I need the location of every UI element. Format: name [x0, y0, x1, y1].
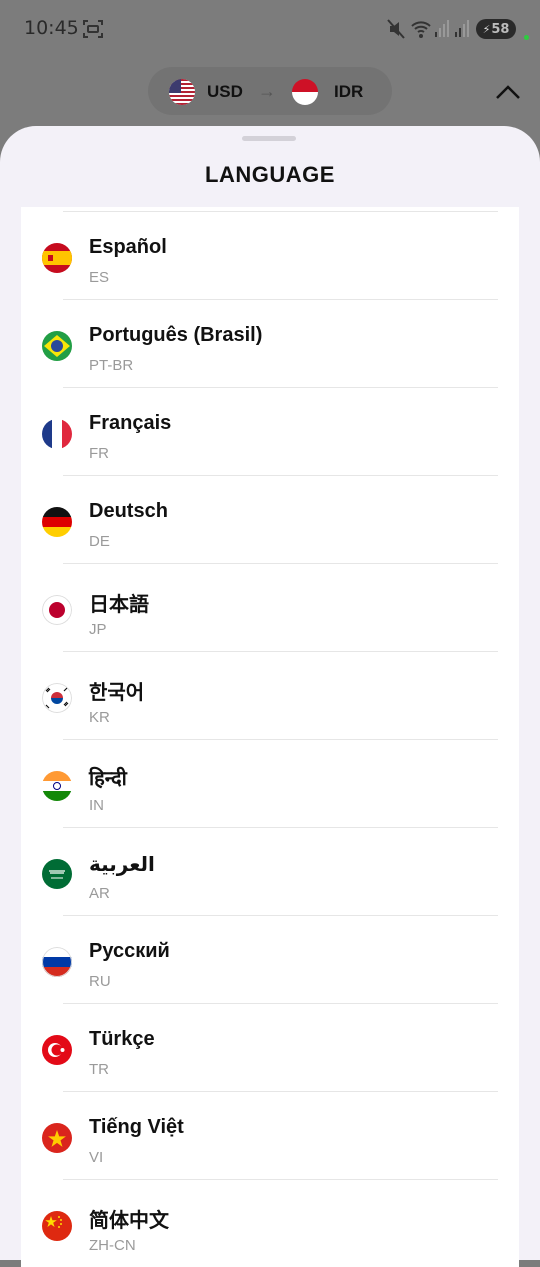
language-item-pt-br[interactable]: Português (Brasil) PT-BR — [21, 300, 519, 388]
turkey-flag-icon — [42, 1035, 72, 1065]
arrow-right-icon: → — [258, 81, 276, 101]
language-name: العربية — [89, 854, 155, 876]
vietnam-flag-icon — [42, 1123, 72, 1153]
japan-flag-icon — [42, 595, 72, 625]
language-item-fr[interactable]: Français FR — [21, 388, 519, 476]
china-flag-icon — [42, 1211, 72, 1241]
privacy-indicator — [524, 35, 529, 40]
sheet-title: LANGUAGE — [205, 162, 335, 187]
status-time: 10:45 — [24, 17, 79, 39]
russia-flag-icon — [42, 947, 72, 977]
language-name: Français — [89, 412, 172, 434]
saudi-flag-icon — [42, 859, 72, 889]
language-code: ZH-CN — [89, 1237, 136, 1254]
language-item-ar[interactable]: العربية AR — [21, 828, 519, 916]
usa-flag-icon — [169, 79, 195, 105]
language-name: Tiếng Việt — [89, 1116, 184, 1138]
language-name: Deutsch — [89, 500, 168, 522]
language-code: RU — [89, 973, 111, 990]
to-currency: IDR — [334, 82, 364, 101]
language-item-in[interactable]: हिन्दी IN — [21, 740, 519, 828]
language-item-zh-cn[interactable]: 简体中文 ZH-CN — [21, 1180, 519, 1267]
from-currency: USD — [207, 82, 243, 101]
language-name: Türkçe — [89, 1028, 155, 1050]
status-bar: 10:45 ⚡ 58 — [0, 0, 540, 60]
language-code: IN — [89, 797, 104, 814]
language-code: ES — [89, 269, 110, 286]
language-code: AR — [89, 885, 110, 902]
language-code: JP — [89, 621, 107, 638]
screenshot-icon — [83, 20, 103, 38]
language-item-kr[interactable]: 한국어 KR — [21, 652, 519, 740]
spain-flag-icon — [42, 243, 72, 273]
indonesia-flag-icon — [292, 79, 318, 105]
language-item-jp[interactable]: 日本語 JP — [21, 564, 519, 652]
france-flag-icon — [42, 419, 72, 449]
mute-icon — [387, 19, 405, 39]
signal-icon — [435, 20, 449, 37]
korea-flag-icon — [42, 683, 72, 713]
language-item-es[interactable]: Español ES — [21, 212, 519, 300]
language-name: 日本語 — [89, 594, 149, 616]
language-name: हिन्दी — [89, 768, 127, 790]
battery-icon: ⚡ 58 — [476, 19, 516, 39]
drag-handle[interactable] — [242, 136, 296, 141]
language-name: Português (Brasil) — [89, 324, 263, 346]
language-item-tr[interactable]: Türkçe TR — [21, 1004, 519, 1092]
language-code: TR — [89, 1061, 109, 1078]
language-name: 한국어 — [89, 682, 145, 704]
language-name: Русский — [89, 940, 170, 962]
language-item-vi[interactable]: Tiếng Việt VI — [21, 1092, 519, 1180]
language-item-de[interactable]: Deutsch DE — [21, 476, 519, 564]
language-code: DE — [89, 533, 110, 550]
language-code: PT-BR — [89, 357, 134, 374]
germany-flag-icon — [42, 507, 72, 537]
language-item-ru[interactable]: Русский RU — [21, 916, 519, 1004]
language-bottom-sheet: LANGUAGE Español ES Português (Brasil) P… — [0, 126, 540, 1267]
india-flag-icon — [42, 771, 72, 801]
battery-level: 58 — [491, 21, 510, 37]
chevron-up-icon[interactable] — [494, 80, 522, 104]
language-code: KR — [89, 709, 110, 726]
signal-icon — [455, 20, 469, 37]
language-code: FR — [89, 445, 109, 462]
language-code: VI — [89, 1149, 104, 1166]
language-name: 简体中文 — [89, 1210, 169, 1232]
wifi-icon — [411, 21, 431, 38]
language-list: Español ES Português (Brasil) PT-BR Fran… — [21, 207, 519, 1267]
language-name: Español — [89, 236, 167, 258]
brazil-flag-icon — [42, 331, 72, 361]
